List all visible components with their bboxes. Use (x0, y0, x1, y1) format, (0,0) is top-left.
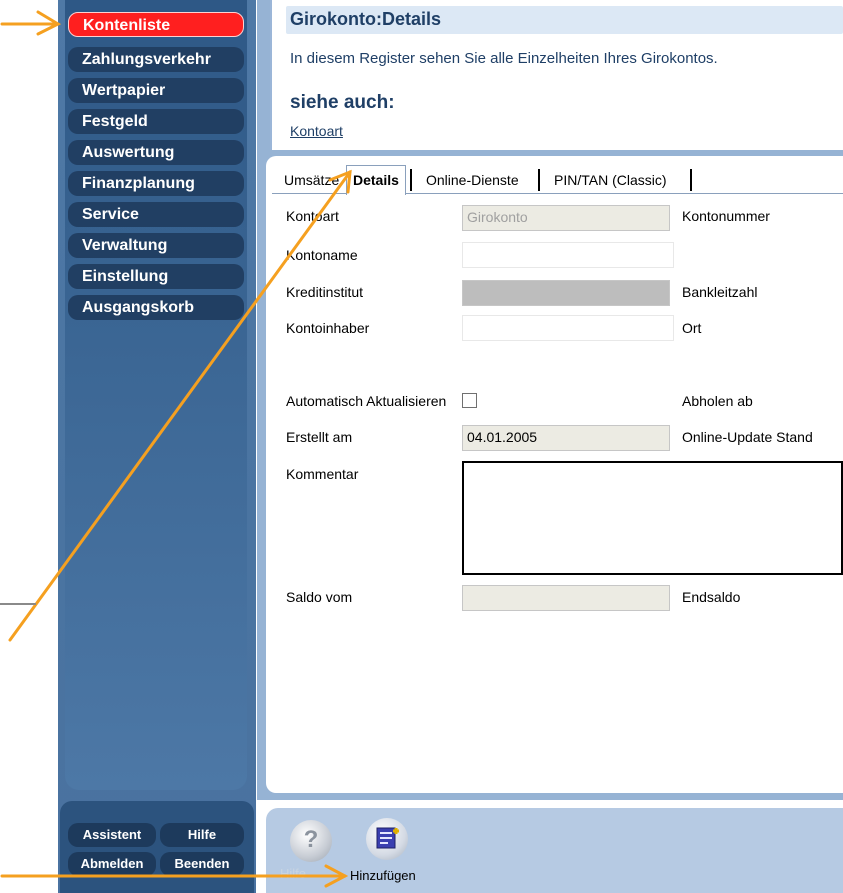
kontonummer-label: Kontonummer (682, 208, 770, 224)
automatisch-aktualisieren-checkbox[interactable] (462, 393, 477, 408)
kontoname-label: Kontoname (286, 247, 358, 263)
nav-item-wertpapier[interactable]: Wertpapier (68, 78, 244, 103)
kontoart-link[interactable]: Kontoart (290, 123, 343, 139)
hilfe-button[interactable]: Hilfe (160, 823, 244, 847)
nav-item-service[interactable]: Service (68, 202, 244, 227)
sidebar-bottom-panel (60, 801, 254, 893)
tab-separator (538, 169, 540, 191)
assistent-button[interactable]: Assistent (68, 823, 156, 847)
nav-item-ausgangskorb[interactable]: Ausgangskorb (68, 295, 244, 320)
nav-item-auswertung[interactable]: Auswertung (68, 140, 244, 165)
abmelden-button[interactable]: Abmelden (68, 852, 156, 876)
ort-label: Ort (682, 320, 702, 336)
kreditinstitut-label: Kreditinstitut (286, 284, 364, 300)
nav-item-finanzplanung[interactable]: Finanzplanung (68, 171, 244, 196)
tab-pin-tan[interactable]: PIN/TAN (Classic) (548, 168, 673, 192)
clipboard-add-icon (376, 827, 399, 849)
hilfe-toolbar-label: Hilfe (280, 866, 307, 881)
tab-online-dienste[interactable]: Online-Dienste (420, 168, 525, 192)
kommentar-label: Kommentar (286, 466, 359, 482)
bankleitzahl-label: Bankleitzahl (682, 284, 758, 300)
kontoinhaber-field[interactable] (462, 315, 674, 341)
kommentar-textarea[interactable] (462, 461, 843, 575)
kontoart-field[interactable]: Girokonto (462, 205, 670, 231)
help-title: Girokonto:Details (290, 9, 442, 29)
add-icon[interactable] (366, 818, 408, 860)
nav-item-einstellung[interactable]: Einstellung (68, 264, 244, 289)
beenden-button[interactable]: Beenden (160, 852, 244, 876)
kontoinhaber-label: Kontoinhaber (286, 320, 370, 336)
erstellt-am-label: Erstellt am (286, 429, 353, 445)
abholen-ab-label: Abholen ab (682, 393, 753, 409)
endsaldo-label: Endsaldo (682, 589, 741, 605)
nav-item-festgeld[interactable]: Festgeld (68, 109, 244, 134)
kontoname-field[interactable] (462, 242, 674, 268)
kontoart-label: Kontoart (286, 208, 339, 224)
tab-details[interactable]: Details (346, 165, 406, 195)
online-update-stand-label: Online-Update Stand (682, 429, 813, 445)
nav-item-zahlungsverkehr[interactable]: Zahlungsverkehr (68, 47, 244, 72)
kreditinstitut-field[interactable] (462, 280, 670, 306)
saldo-vom-field[interactable] (462, 585, 670, 611)
tab-umsaetze[interactable]: Umsätze (278, 168, 348, 192)
automatisch-aktualisieren-label: Automatisch Aktualisieren (286, 393, 447, 409)
tab-separator (410, 169, 412, 191)
help-icon[interactable]: ? (290, 820, 332, 862)
help-description: In diesem Register sehen Sie alle Einzel… (290, 50, 718, 67)
hinzufuegen-label[interactable]: Hinzufügen (350, 868, 416, 883)
nav-item-kontenliste[interactable]: Kontenliste (68, 12, 244, 37)
see-also-heading: siehe auch: (290, 92, 395, 113)
tab-separator (690, 169, 692, 191)
saldo-vom-label: Saldo vom (286, 589, 353, 605)
nav-item-verwaltung[interactable]: Verwaltung (68, 233, 244, 258)
erstellt-am-field[interactable]: 04.01.2005 (462, 425, 670, 451)
